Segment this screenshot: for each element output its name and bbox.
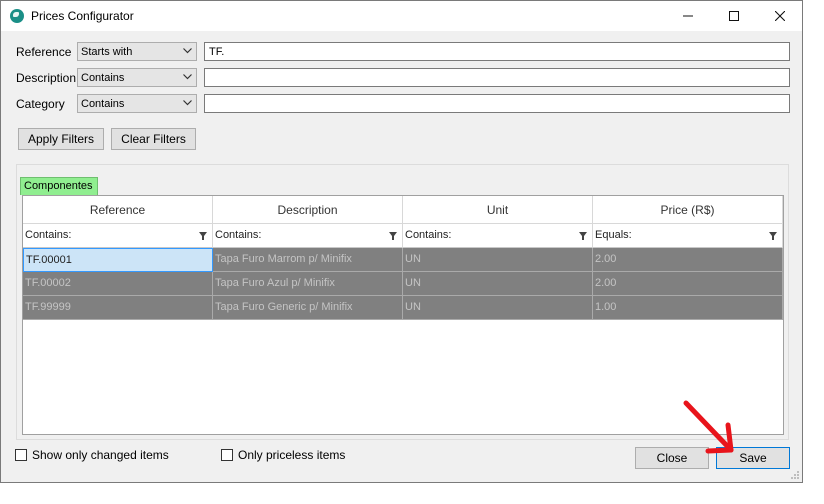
cell-price[interactable]: 2.00: [593, 272, 783, 296]
tab-componentes[interactable]: Componentes: [20, 177, 98, 195]
filter-icon[interactable]: [579, 232, 587, 240]
apply-filters-button[interactable]: Apply Filters: [18, 128, 104, 150]
clear-filters-button[interactable]: Clear Filters: [111, 128, 196, 150]
cell-reference[interactable]: TF.99999: [23, 296, 213, 320]
filter-operator-label: Equals:: [595, 229, 632, 241]
reference-input[interactable]: [204, 42, 790, 61]
category-mode-value: Contains: [81, 98, 125, 110]
description-mode-value: Contains: [81, 72, 125, 84]
resize-grip-icon[interactable]: [790, 470, 800, 480]
maximize-icon: [729, 11, 739, 21]
category-input[interactable]: [204, 94, 790, 113]
cell-unit[interactable]: UN: [403, 248, 593, 272]
cell-unit[interactable]: UN: [403, 296, 593, 320]
close-window-button[interactable]: [757, 1, 803, 31]
app-logo-icon: [10, 9, 24, 23]
cell-description[interactable]: Tapa Furo Marrom p/ Minifix: [213, 248, 403, 272]
column-header-unit[interactable]: Unit: [403, 196, 593, 224]
column-header-description[interactable]: Description: [213, 196, 403, 224]
column-header-price[interactable]: Price (R$): [593, 196, 783, 224]
cell-price[interactable]: 2.00: [593, 248, 783, 272]
category-mode-select[interactable]: Contains: [77, 94, 197, 113]
reference-mode-value: Starts with: [81, 46, 133, 58]
cell-reference[interactable]: TF.00002: [23, 272, 213, 296]
description-input[interactable]: [204, 68, 790, 87]
filter-cell-unit[interactable]: Contains:: [403, 224, 593, 248]
cell-price[interactable]: 1.00: [593, 296, 783, 320]
prices-grid: Reference Description Unit Price (R$) Co…: [22, 195, 784, 435]
minimize-icon: [683, 15, 693, 17]
filter-operator-label: Contains:: [215, 229, 262, 241]
filter-operator-label: Contains:: [405, 229, 452, 241]
description-mode-select[interactable]: Contains: [77, 68, 197, 87]
filter-operator-label: Contains:: [25, 229, 72, 241]
cell-reference[interactable]: TF.00001: [23, 248, 213, 272]
filter-cell-price[interactable]: Equals:: [593, 224, 783, 248]
priceless-only-checkbox[interactable]: [221, 449, 233, 461]
minimize-button[interactable]: [665, 1, 711, 31]
close-icon: [775, 11, 785, 21]
filter-icon[interactable]: [199, 232, 207, 240]
column-header-reference[interactable]: Reference: [23, 196, 213, 224]
filter-icon[interactable]: [389, 232, 397, 240]
annotation-arrow-icon: [683, 400, 734, 454]
filter-icon[interactable]: [769, 232, 777, 240]
filter-cell-reference[interactable]: Contains:: [23, 224, 213, 248]
maximize-button[interactable]: [711, 1, 757, 31]
chevron-down-icon: [183, 74, 192, 80]
title-bar: Prices Configurator: [1, 1, 802, 31]
show-changed-checkbox[interactable]: [15, 449, 27, 461]
category-label: Category: [16, 97, 65, 111]
cell-description[interactable]: Tapa Furo Generic p/ Minifix: [213, 296, 403, 320]
chevron-down-icon: [183, 48, 192, 54]
priceless-only-label: Only priceless items: [238, 448, 346, 462]
cell-unit[interactable]: UN: [403, 272, 593, 296]
chevron-down-icon: [183, 100, 192, 106]
filter-cell-description[interactable]: Contains:: [213, 224, 403, 248]
cell-description[interactable]: Tapa Furo Azul p/ Minifix: [213, 272, 403, 296]
description-label: Description: [16, 71, 77, 85]
show-changed-label: Show only changed items: [32, 448, 169, 462]
reference-mode-select[interactable]: Starts with: [77, 42, 197, 61]
reference-label: Reference: [16, 45, 72, 59]
window-title: Prices Configurator: [31, 9, 134, 23]
